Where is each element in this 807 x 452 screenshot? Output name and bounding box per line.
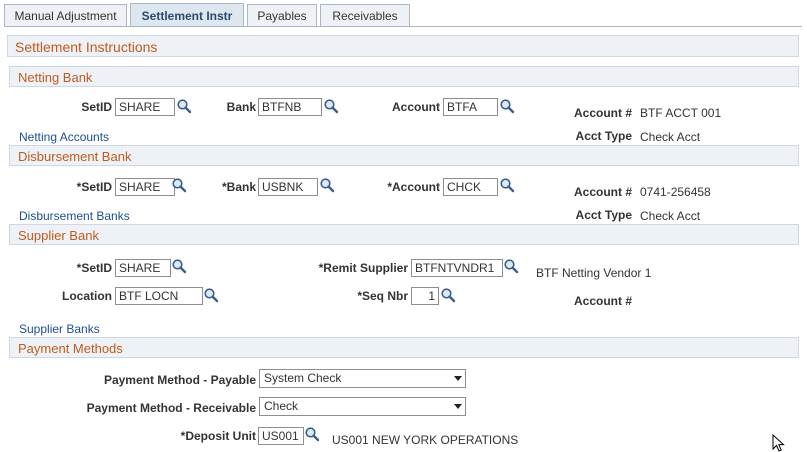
page-title-bar: Settlement Instructions xyxy=(7,35,799,57)
tab-payables[interactable]: Payables xyxy=(247,4,317,26)
location-input[interactable] xyxy=(115,287,203,305)
supplier-setid-input[interactable] xyxy=(115,259,171,277)
magnifier-icon[interactable] xyxy=(176,98,192,114)
remit-supplier-input[interactable] xyxy=(411,259,503,277)
netting-bank-input[interactable] xyxy=(258,98,322,116)
page-title: Settlement Instructions xyxy=(15,39,158,55)
magnifier-icon[interactable] xyxy=(503,258,519,274)
chevron-down-icon xyxy=(454,404,462,409)
payment-methods-header: Payment Methods xyxy=(9,337,799,358)
location-label: Location xyxy=(62,289,112,303)
netting-setid-input[interactable] xyxy=(115,98,175,116)
remit-supplier-description: BTF Netting Vendor 1 xyxy=(536,266,652,280)
tab-receivables[interactable]: Receivables xyxy=(320,4,410,26)
magnifier-icon[interactable] xyxy=(499,177,515,193)
mouse-pointer-icon xyxy=(772,434,785,452)
payment-methods-title: Payment Methods xyxy=(18,341,123,356)
supplier-setid-label: *SetID xyxy=(76,261,112,275)
tab-label: Manual Adjustment xyxy=(14,9,117,23)
disbursement-setid-label: *SetID xyxy=(76,180,112,194)
supplier-bank-header: Supplier Bank xyxy=(9,224,799,245)
selected-value: Check xyxy=(264,399,299,413)
netting-acct-type-label: Acct Type xyxy=(575,129,632,143)
magnifier-icon[interactable] xyxy=(499,98,515,114)
magnifier-icon[interactable] xyxy=(171,177,187,193)
chevron-down-icon xyxy=(454,376,462,381)
selected-value: System Check xyxy=(264,371,342,385)
tab-label: Settlement Instr xyxy=(141,9,233,23)
disbursement-acct-type-label: Acct Type xyxy=(575,208,632,222)
disbursement-acct-num-value: 0741-256458 xyxy=(640,185,711,199)
netting-account-label: Account xyxy=(392,100,440,114)
payment-method-payable-label: Payment Method - Payable xyxy=(103,373,256,387)
tab-divider xyxy=(4,26,802,27)
netting-account-input[interactable] xyxy=(443,98,498,116)
supplier-acct-num-label: Account # xyxy=(573,294,632,308)
disbursement-acct-type-value: Check Acct xyxy=(640,209,701,223)
payment-method-receivable-select[interactable]: Check xyxy=(259,397,466,416)
deposit-unit-label: *Deposit Unit xyxy=(180,429,256,443)
disbursement-acct-num-label: Account # xyxy=(573,185,632,199)
seq-nbr-input[interactable] xyxy=(411,287,439,305)
netting-bank-title: Netting Bank xyxy=(18,70,93,85)
netting-bank-header: Netting Bank xyxy=(9,66,799,87)
remit-supplier-label: *Remit Supplier xyxy=(318,261,408,275)
supplier-banks-link[interactable]: Supplier Banks xyxy=(19,322,100,336)
disbursement-bank-input[interactable] xyxy=(258,178,318,196)
deposit-unit-description: US001 NEW YORK OPERATIONS xyxy=(332,433,519,447)
disbursement-bank-title: Disbursement Bank xyxy=(18,149,132,164)
magnifier-icon[interactable] xyxy=(323,98,339,114)
netting-acct-num-value: BTF ACCT 001 xyxy=(640,106,722,120)
tab-manual-adjustment[interactable]: Manual Adjustment xyxy=(4,4,127,26)
disbursement-account-input[interactable] xyxy=(443,178,498,196)
disbursement-account-label: *Account xyxy=(387,180,440,194)
magnifier-icon[interactable] xyxy=(203,287,219,303)
disbursement-setid-input[interactable] xyxy=(115,178,175,196)
magnifier-icon[interactable] xyxy=(171,258,187,274)
tab-settlement-instr[interactable]: Settlement Instr xyxy=(130,3,244,27)
netting-acct-num-label: Account # xyxy=(573,106,632,120)
disbursement-banks-link[interactable]: Disbursement Banks xyxy=(19,209,130,223)
deposit-unit-input[interactable] xyxy=(258,427,304,445)
magnifier-icon[interactable] xyxy=(440,287,456,303)
magnifier-icon[interactable] xyxy=(304,426,320,442)
netting-setid-label: SetID xyxy=(81,100,112,114)
disbursement-bank-label: *Bank xyxy=(221,180,256,194)
netting-acct-type-value: Check Acct xyxy=(640,130,701,144)
netting-accounts-link[interactable]: Netting Accounts xyxy=(19,130,109,144)
supplier-bank-title: Supplier Bank xyxy=(18,228,99,243)
seq-nbr-label: *Seq Nbr xyxy=(357,289,408,303)
netting-bank-label: Bank xyxy=(226,100,256,114)
payment-method-receivable-label: Payment Method - Receivable xyxy=(86,401,256,415)
magnifier-icon[interactable] xyxy=(319,177,335,193)
disbursement-bank-header: Disbursement Bank xyxy=(9,145,799,166)
tab-label: Payables xyxy=(257,9,307,23)
payment-method-payable-select[interactable]: System Check xyxy=(259,369,466,388)
tab-label: Receivables xyxy=(332,9,398,23)
